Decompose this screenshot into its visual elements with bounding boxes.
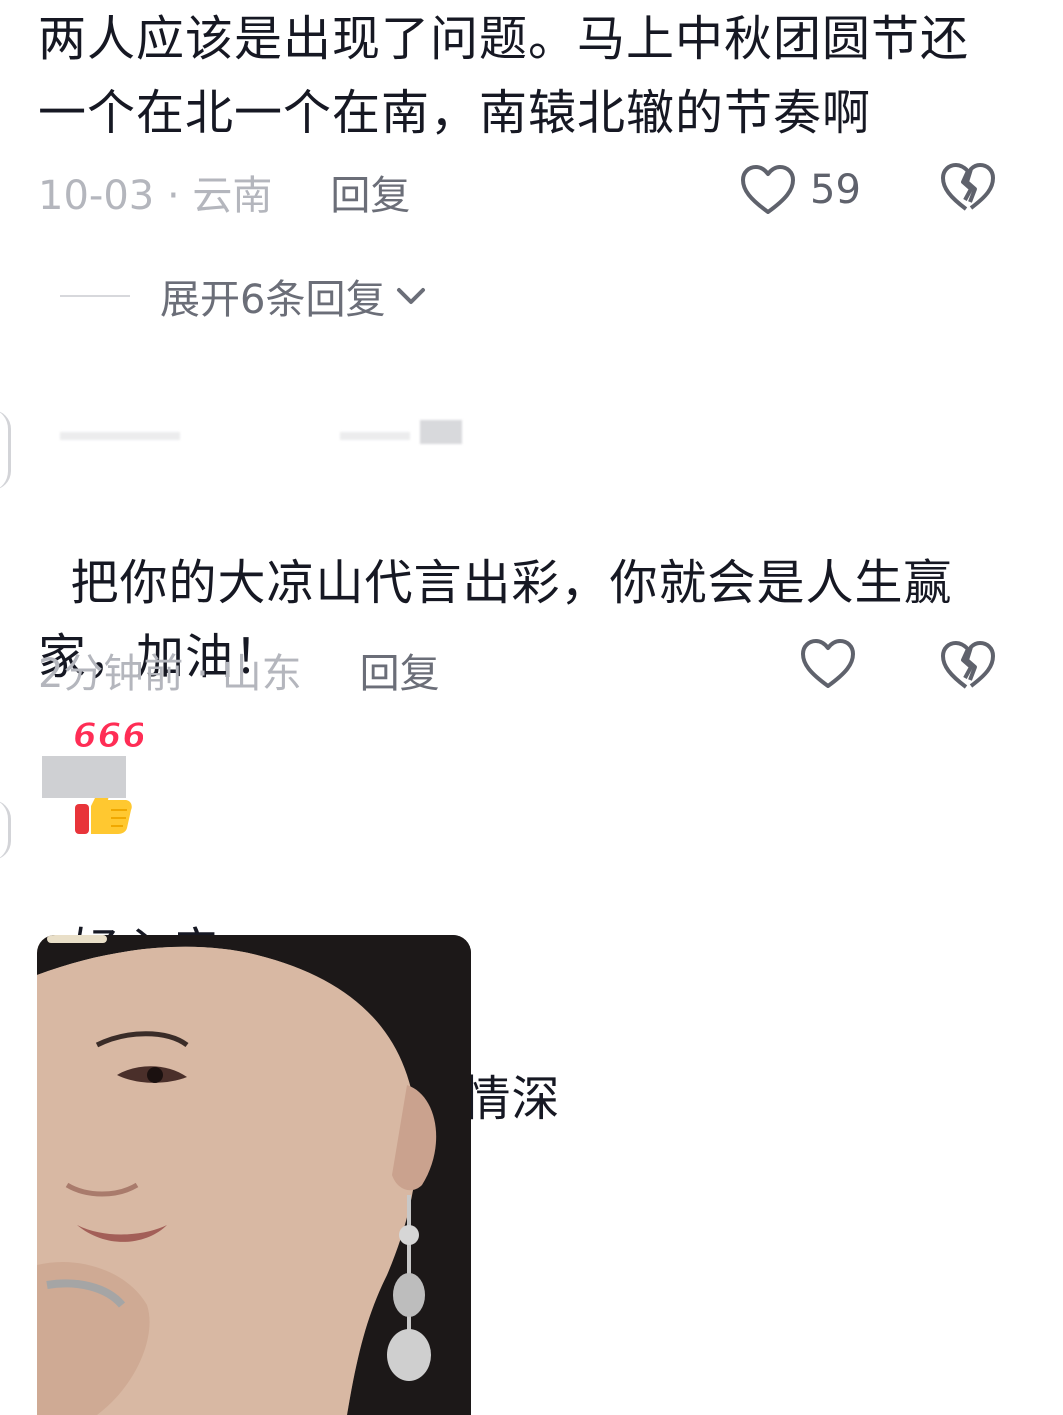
dislike-button[interactable] — [940, 162, 996, 218]
expand-replies-button[interactable]: 展开6条回复 — [60, 266, 431, 326]
heart-outline-icon — [801, 639, 855, 688]
broken-heart-icon — [941, 163, 995, 211]
chevron-down-icon — [397, 288, 426, 304]
emoji-666-icon: 666 — [72, 716, 143, 757]
dislike-button[interactable] — [940, 640, 996, 696]
expand-replies-label: 展开6条回复 — [160, 277, 386, 323]
broken-heart-icon — [941, 641, 995, 689]
reply-button[interactable]: 回复 — [330, 163, 410, 221]
username-redacted[interactable] — [42, 756, 126, 798]
like-count: 59 — [810, 167, 861, 213]
comment-time-location: 10-03 · 云南 — [38, 173, 273, 219]
expand-divider — [60, 295, 130, 297]
comment-time-location: 2分钟前 · 山东 — [38, 651, 302, 697]
avatar[interactable] — [0, 800, 11, 860]
like-button[interactable]: 59 — [740, 160, 861, 220]
comment-meta-2: 2分钟前 · 山东 回复 — [38, 640, 440, 700]
reply-button[interactable]: 回复 — [360, 641, 440, 699]
portrait-illustration — [37, 935, 471, 1415]
heart-outline-icon — [741, 165, 795, 214]
username-redacted — [340, 432, 410, 440]
username-redacted — [420, 420, 462, 444]
comment-image[interactable] — [37, 935, 471, 1415]
username-redacted[interactable] — [60, 432, 180, 440]
avatar[interactable] — [0, 410, 11, 490]
like-button[interactable] — [800, 638, 856, 694]
comment-meta-1: 10-03 · 云南 回复 — [38, 162, 410, 222]
emoji-666-text: 666 — [73, 716, 143, 756]
comment-text-1: 两人应该是出现了问题。马上中秋团圆节还一个在北一个在南，南辕北辙的节奏啊 — [38, 11, 970, 141]
